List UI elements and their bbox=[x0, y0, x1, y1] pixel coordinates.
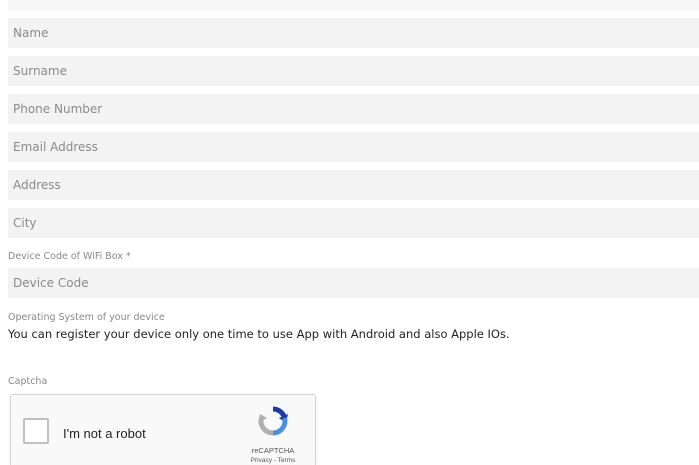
operating-system-label: Operating System of your device bbox=[8, 312, 165, 323]
recaptcha-brand: reCAPTCHA bbox=[251, 446, 295, 455]
device-code-label: Device Code of WiFi Box * bbox=[8, 251, 131, 262]
captcha-label: Captcha bbox=[8, 376, 48, 387]
recaptcha-logo-icon bbox=[258, 406, 288, 436]
recaptcha-widget: I'm not a robot reCAPTCHA Privacy - Term… bbox=[10, 394, 316, 465]
recaptcha-terms-link[interactable]: Terms bbox=[278, 457, 296, 464]
registration-notice: You can register your device only one ti… bbox=[8, 327, 510, 341]
email-address-input[interactable] bbox=[8, 132, 699, 162]
top-edge-strip bbox=[8, 0, 699, 11]
device-code-input[interactable] bbox=[8, 268, 699, 298]
city-input[interactable] bbox=[8, 208, 699, 238]
surname-input[interactable] bbox=[8, 56, 699, 86]
recaptcha-checkbox[interactable] bbox=[23, 418, 49, 444]
address-input[interactable] bbox=[8, 170, 699, 200]
recaptcha-checkbox-label: I'm not a robot bbox=[63, 426, 146, 441]
recaptcha-links: Privacy - Terms bbox=[242, 457, 304, 464]
phone-number-input[interactable] bbox=[8, 94, 699, 124]
recaptcha-privacy-link[interactable]: Privacy bbox=[251, 457, 272, 464]
name-input[interactable] bbox=[8, 18, 699, 48]
